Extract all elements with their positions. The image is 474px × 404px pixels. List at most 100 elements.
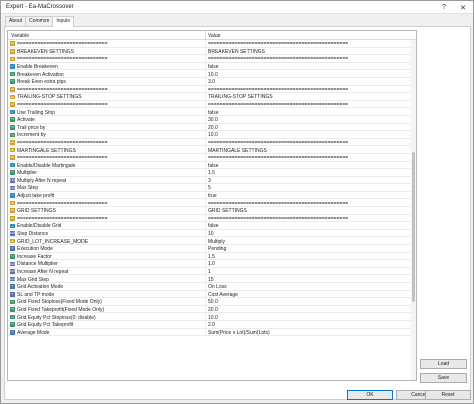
variable-value[interactable]: On Loss [208, 284, 227, 290]
table-row[interactable]: ab =============================== =======… [8, 85, 411, 94]
variable-value[interactable]: 10 [208, 231, 214, 237]
table-row[interactable]: ½ Grid Fixed Stoploss(Fixed Mode Only) 50.… [8, 298, 411, 306]
table-row[interactable]: ab =============================== =======… [8, 40, 411, 48]
variable-value[interactable]: 15 [208, 277, 214, 283]
variable-value[interactable]: 30.0 [208, 117, 218, 123]
variable-value[interactable]: Pending [208, 246, 226, 252]
table-row[interactable]: ½ Grid Equity Pct Stoploss(0: disable) 10.… [8, 313, 411, 321]
variable-value[interactable]: TRAILING-STOP SETTINGS [208, 94, 273, 100]
variable-value[interactable]: 5 [208, 185, 211, 191]
variable-value[interactable]: 10.0 [208, 72, 218, 78]
ok-button[interactable]: OK [347, 390, 393, 400]
load-button[interactable]: Load [420, 359, 467, 369]
table-row[interactable]: ½ Grid Equity Pct Takeprofit 2.0 [8, 320, 411, 329]
table-row[interactable]: ½ Grid Fixed Takeprofit(Fixed Mode Only) 2… [8, 305, 411, 314]
variable-value[interactable]: ========================================… [208, 56, 348, 62]
variable-value[interactable]: false [208, 64, 219, 70]
table-row[interactable]: ab =============================== =======… [8, 55, 411, 63]
table-row[interactable]: 123 Multiply After N repeat 3 [8, 176, 411, 185]
table-row[interactable]: ½ Increment by 10.0 [8, 131, 411, 139]
column-header-variable[interactable]: Variable [11, 33, 29, 39]
table-row[interactable]: ab GRID SETTINGS GRID SETTINGS [8, 207, 411, 215]
close-icon[interactable]: ✕ [456, 2, 470, 13]
save-button[interactable]: Save [420, 373, 467, 383]
vertical-scrollbar[interactable] [411, 40, 416, 380]
table-row[interactable]: ½ Break Even extra pips 3.0 [8, 77, 411, 86]
variable-value[interactable]: 3 [208, 178, 211, 184]
table-row[interactable]: ½ Activate 30.0 [8, 115, 411, 124]
variable-value[interactable]: 10.0 [208, 132, 218, 138]
variable-value[interactable]: Multiply [208, 239, 225, 245]
dbl-type-icon: ½ [10, 124, 15, 130]
variable-name: Grid Fixed Takeprofit(Fixed Mode Only) [17, 306, 105, 313]
tab-about[interactable]: About [5, 16, 27, 26]
variable-value[interactable]: 50.0 [208, 299, 218, 305]
reset-button[interactable]: Reset [425, 390, 471, 400]
variable-value[interactable]: false [208, 163, 219, 169]
variable-value[interactable]: ========================================… [208, 87, 348, 93]
variable-name: Activate [17, 117, 35, 124]
table-row[interactable]: ✓ Use Trailing Stop false [8, 108, 411, 116]
variable-value[interactable]: MARTINGALE SETTINGS [208, 148, 267, 154]
table-row[interactable]: ½ Multiplier 1.5 [8, 169, 411, 177]
variable-value[interactable]: 10.0 [208, 315, 218, 321]
scrollbar-thumb[interactable] [412, 152, 415, 302]
str-type-icon: ab [10, 238, 15, 244]
table-row[interactable]: 123 Distance Multiplier 1.0 [8, 260, 411, 268]
table-row[interactable]: 123 Increase After N repeat 1 [8, 267, 411, 276]
tab-inputs[interactable]: Inputs [52, 16, 74, 27]
table-row[interactable]: ab =============================== =======… [8, 153, 411, 162]
variable-value[interactable]: 1 [208, 269, 211, 275]
column-header-value[interactable]: Value [208, 33, 220, 39]
variable-value[interactable]: Sum(Price x Lot)/Sum(Lots) [208, 330, 270, 336]
table-row[interactable]: 123 Max Step 5 [8, 184, 411, 192]
table-row[interactable]: ab =============================== =======… [8, 100, 411, 109]
bool-type-icon: ✓ [10, 109, 15, 115]
variable-value[interactable]: 1.0 [208, 261, 215, 267]
table-row[interactable]: ✓ Adjust take profit true [8, 191, 411, 200]
table-row[interactable]: ab GRID_LOT_INCREASE_MODE Multiply [8, 237, 411, 246]
variable-value[interactable]: Cost Average [208, 292, 238, 298]
variable-value[interactable]: 1.5 [208, 254, 215, 260]
tab-common[interactable]: Common [25, 16, 54, 26]
variable-value[interactable]: 3.0 [208, 79, 215, 85]
table-row[interactable]: ≡ Execution Mode Pending [8, 245, 411, 253]
table-row[interactable]: ✓ Enable/Disable Grid false [8, 222, 411, 230]
variable-value[interactable]: ========================================… [208, 216, 348, 222]
table-row[interactable]: ½ Increase Factor 1.5 [8, 252, 411, 261]
table-row[interactable]: ✓ Enable/Disable Martingale false [8, 161, 411, 170]
table-row[interactable]: ½ Breakeven Activation 10.0 [8, 70, 411, 78]
variable-value[interactable]: 20.0 [208, 307, 218, 313]
variable-value[interactable]: ========================================… [208, 155, 348, 161]
variable-value[interactable]: true [208, 193, 217, 199]
variable-value[interactable]: false [208, 110, 219, 116]
variable-name: Max Grid Step [17, 276, 49, 283]
table-row[interactable]: ≡ Grid Activation Mode On Loss [8, 283, 411, 291]
variable-value[interactable]: 1.5 [208, 170, 215, 176]
table-row[interactable]: ≡ Average Mode Sum(Price x Lot)/Sum(Lots) [8, 328, 411, 337]
variable-value[interactable]: 20.0 [208, 125, 218, 131]
table-row[interactable]: ab TRAILING-STOP SETTINGS TRAILING-STOP SE… [8, 93, 411, 101]
table-row[interactable]: 123 Max Grid Step 15 [8, 275, 411, 283]
variable-value[interactable]: false [208, 223, 219, 229]
table-row[interactable]: ½ Trail price by 20.0 [8, 123, 411, 132]
table-row[interactable]: ab =============================== =======… [8, 199, 411, 208]
variable-value[interactable]: ========================================… [208, 140, 348, 146]
variable-value[interactable]: BREAKEVEN SETTINGS [208, 49, 265, 55]
table-row[interactable]: ab BREAKEVEN SETTINGS BREAKEVEN SETTINGS [8, 47, 411, 56]
variable-value[interactable]: ========================================… [208, 201, 348, 207]
help-icon[interactable]: ? [437, 2, 451, 13]
table-row[interactable]: ≡ SL and TP mode Cost Average [8, 290, 411, 299]
table-row[interactable]: 123 Step Distance 10 [8, 229, 411, 238]
dbl-type-icon: ½ [10, 79, 15, 84]
variable-value[interactable]: ========================================… [208, 102, 348, 108]
variable-name: =============================== [17, 41, 108, 48]
variable-value[interactable]: GRID SETTINGS [208, 208, 247, 214]
bool-type-icon: ✓ [10, 193, 15, 198]
table-row[interactable]: ab =============================== =======… [8, 214, 411, 223]
table-row[interactable]: ab MARTINGALE SETTINGS MARTINGALE SETTINGS [8, 146, 411, 154]
table-row[interactable]: ✓ Enable Breakeven false [8, 62, 411, 71]
table-row[interactable]: ab =============================== =======… [8, 138, 411, 147]
variable-value[interactable]: 2.0 [208, 322, 215, 328]
variable-value[interactable]: ========================================… [208, 41, 348, 47]
